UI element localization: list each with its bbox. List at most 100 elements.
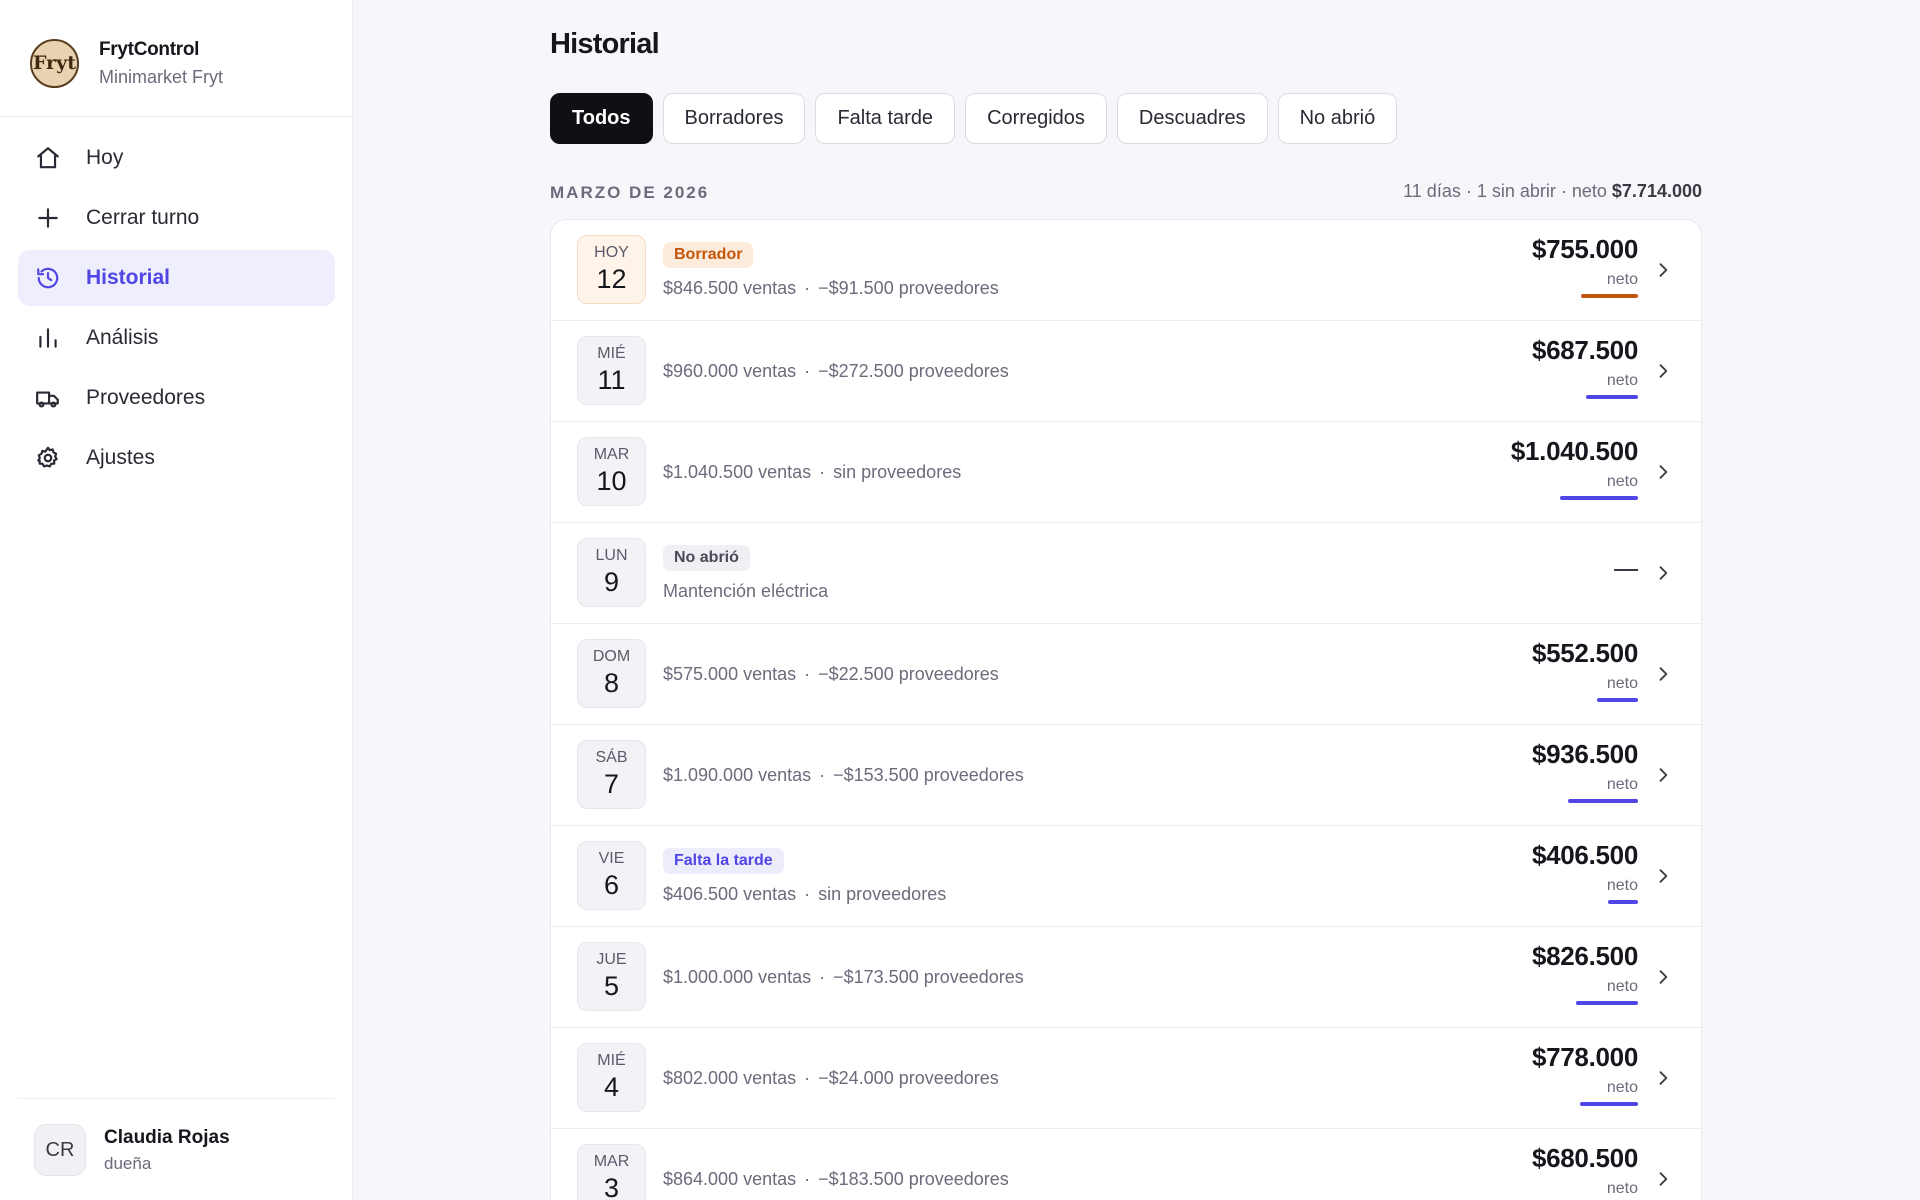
chevron-right-icon[interactable] bbox=[1653, 765, 1673, 785]
sales-amount: $960.000 ventas bbox=[663, 360, 797, 381]
filter-chips: Todos Borradores Falta tarde Corregidos … bbox=[550, 93, 1398, 144]
chevron-right-icon[interactable] bbox=[1653, 967, 1673, 987]
day-number: 7 bbox=[603, 769, 620, 799]
net-amount-block: $826.500 neto bbox=[1532, 927, 1638, 1027]
user-divider bbox=[18, 1098, 335, 1099]
net-bar bbox=[1608, 900, 1638, 904]
filter-todos[interactable]: Todos bbox=[550, 93, 653, 144]
bar-chart-icon bbox=[34, 324, 62, 352]
day-row[interactable]: MIÉ 11 $960.000 ventas · −$272.500 proveedor… bbox=[551, 321, 1701, 422]
chevron-right-icon[interactable] bbox=[1653, 260, 1673, 280]
net-label: neto bbox=[1606, 978, 1638, 995]
chevron-right-icon[interactable] bbox=[1653, 563, 1673, 583]
chevron-right-icon[interactable] bbox=[1653, 1068, 1673, 1088]
chevron-right-icon[interactable] bbox=[1653, 462, 1673, 482]
status-badge: Borrador bbox=[663, 241, 754, 268]
date-badge: LUN 9 bbox=[577, 538, 646, 607]
sales-amount: $1.000.000 ventas bbox=[663, 966, 812, 987]
day-detail: $846.500 ventas · −$91.500 proveedores bbox=[663, 278, 999, 299]
status-badge: No abrió bbox=[663, 544, 750, 571]
sidebar-item-label: Historial bbox=[86, 266, 171, 289]
net-bar bbox=[1560, 496, 1638, 500]
net-amount-block: $1.040.500 neto bbox=[1511, 422, 1638, 522]
net-label: neto bbox=[1606, 1079, 1638, 1096]
filter-corregidos[interactable]: Corregidos bbox=[965, 93, 1107, 144]
chevron-right-icon[interactable] bbox=[1653, 866, 1673, 886]
sidebar-item-historial[interactable]: Historial bbox=[18, 250, 335, 306]
sidebar-item-cerrar-turno[interactable]: Cerrar turno bbox=[18, 190, 335, 246]
date-badge: SÁB 7 bbox=[577, 740, 646, 809]
net-bar bbox=[1576, 1001, 1638, 1005]
chevron-right-icon[interactable] bbox=[1653, 1169, 1673, 1189]
filter-falta-tarde[interactable]: Falta tarde bbox=[815, 93, 956, 144]
filter-borradores[interactable]: Borradores bbox=[662, 93, 806, 144]
date-badge: DOM 8 bbox=[577, 639, 646, 708]
date-badge: MAR 10 bbox=[577, 437, 646, 506]
day-of-week: LUN bbox=[595, 547, 628, 564]
day-info: $575.000 ventas · −$22.500 proveedores bbox=[663, 624, 999, 724]
day-of-week: MAR bbox=[593, 1153, 630, 1170]
sidebar-item-analisis[interactable]: Análisis bbox=[18, 310, 335, 366]
sidebar-item-hoy[interactable]: Hoy bbox=[18, 130, 335, 186]
brand[interactable]: Fryt FrytControl Minimarket Fryt bbox=[30, 38, 223, 88]
day-row[interactable]: LUN 9 No abrió Mantención eléctrica bbox=[551, 523, 1701, 624]
day-info: $1.040.500 ventas · sin proveedores bbox=[663, 422, 961, 522]
suppliers-amount: −$91.500 proveedores bbox=[818, 277, 999, 298]
net-amount: $406.500 bbox=[1531, 840, 1638, 870]
brand-subtitle: Minimarket Fryt bbox=[99, 66, 224, 87]
suppliers-amount: −$272.500 proveedores bbox=[818, 360, 1009, 381]
day-row[interactable]: VIE 6 Falta la tarde $406.500 ventas · sin pr… bbox=[551, 826, 1701, 927]
suppliers-amount: −$22.500 proveedores bbox=[818, 663, 999, 684]
day-list: HOY 12 Borrador $846.500 ventas · −$91.500 pr… bbox=[550, 219, 1702, 1200]
day-row[interactable]: MAR 3 $864.000 ventas · −$183.500 proveedore… bbox=[551, 1129, 1701, 1200]
net-label: neto bbox=[1606, 877, 1638, 894]
day-row[interactable]: JUE 5 $1.000.000 ventas · −$173.500 proveedo… bbox=[551, 927, 1701, 1028]
net-amount: $680.500 bbox=[1531, 1143, 1638, 1173]
day-note: Mantención eléctrica bbox=[663, 580, 829, 601]
filter-no-abrio[interactable]: No abrió bbox=[1277, 93, 1398, 144]
day-of-week: MIÉ bbox=[597, 345, 626, 362]
day-row[interactable]: DOM 8 $575.000 ventas · −$22.500 proveedores… bbox=[551, 624, 1701, 725]
day-row[interactable]: HOY 12 Borrador $846.500 ventas · −$91.500 pr… bbox=[551, 220, 1701, 321]
net-amount: $687.500 bbox=[1531, 335, 1638, 365]
chevron-right-icon[interactable] bbox=[1653, 361, 1673, 381]
net-label: neto bbox=[1606, 271, 1638, 288]
sidebar-item-proveedores[interactable]: Proveedores bbox=[18, 370, 335, 426]
day-of-week: VIE bbox=[598, 850, 625, 867]
day-info: No abrió Mantención eléctrica bbox=[663, 523, 828, 623]
net-label: neto bbox=[1606, 1180, 1638, 1197]
net-bar bbox=[1586, 395, 1638, 399]
net-amount-block: $687.500 neto bbox=[1532, 321, 1638, 421]
separator-dot: · bbox=[804, 663, 811, 684]
day-of-week: HOY bbox=[594, 244, 629, 261]
day-row[interactable]: SÁB 7 $1.090.000 ventas · −$153.500 proveedo… bbox=[551, 725, 1701, 826]
net-bar bbox=[1581, 294, 1638, 298]
sales-amount: $846.500 ventas bbox=[663, 277, 797, 298]
net-label: neto bbox=[1606, 675, 1638, 692]
day-number: 11 bbox=[597, 365, 626, 395]
day-row[interactable]: MIÉ 4 $802.000 ventas · −$24.000 proveedores… bbox=[551, 1028, 1701, 1129]
net-amount: $826.500 bbox=[1531, 941, 1638, 971]
avatar: CR bbox=[34, 1124, 86, 1176]
separator-dot: · bbox=[819, 966, 826, 987]
net-bar bbox=[1580, 1102, 1638, 1106]
net-bar bbox=[1568, 799, 1638, 803]
user-text: Claudia Rojas dueña bbox=[104, 1127, 230, 1174]
day-number: 9 bbox=[603, 567, 620, 597]
sidebar-item-ajustes[interactable]: Ajustes bbox=[18, 430, 335, 486]
home-icon bbox=[34, 144, 62, 172]
day-detail: $406.500 ventas · sin proveedores bbox=[663, 884, 946, 905]
day-detail: $960.000 ventas · −$272.500 proveedores bbox=[663, 361, 1009, 382]
sidebar-nav: Hoy Cerrar turno Historial Análisis Prov… bbox=[18, 130, 335, 490]
sidebar-divider bbox=[0, 116, 353, 117]
chevron-right-icon[interactable] bbox=[1653, 664, 1673, 684]
day-row[interactable]: MAR 10 $1.040.500 ventas · sin proveedores $1… bbox=[551, 422, 1701, 523]
sales-amount: $406.500 ventas bbox=[663, 883, 797, 904]
net-label: neto bbox=[1606, 473, 1638, 490]
day-number: 8 bbox=[603, 668, 620, 698]
separator-dot: · bbox=[819, 764, 826, 785]
filter-descuadres[interactable]: Descuadres bbox=[1116, 93, 1268, 144]
month-net-total: $7.714.000 bbox=[1611, 181, 1702, 201]
user-profile[interactable]: CR Claudia Rojas dueña bbox=[34, 1124, 230, 1176]
sidebar-item-label: Cerrar turno bbox=[86, 206, 200, 229]
